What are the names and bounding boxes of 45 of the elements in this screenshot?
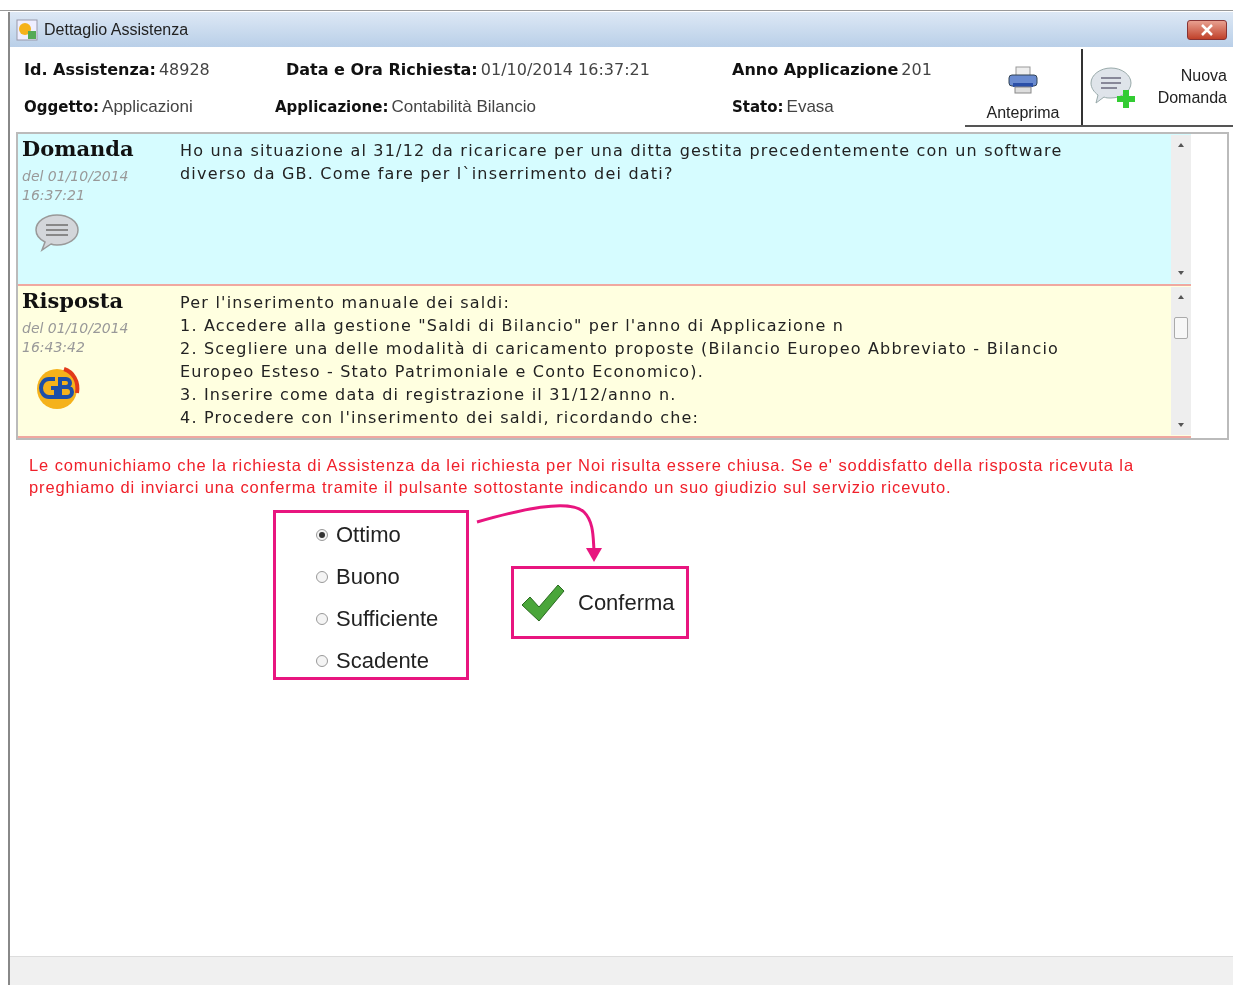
logo-icon [34,365,82,411]
field-value: Contabilità Bilancio [391,96,536,117]
field-label: Id. Assistenza: [24,60,156,79]
rating-option[interactable]: Scadente [316,645,466,677]
radio-button[interactable] [316,571,328,583]
notice-text: Le comunichiamo che la richiesta di Assistenza da lei richiesta per Noi risulta essere chiusa. Se e' soddisfatto della risposta ricevuta la preghiamo di inviarci una conferma tramite il pulsante sottostante indicando un suo giudizio sul servizio ricevuto. [29,455,1135,498]
radio-button[interactable] [316,655,328,667]
field-value: Evasa [786,96,834,117]
printer-icon [1007,66,1039,96]
app-icon [16,18,38,41]
panel-title: Risposta [22,288,125,313]
rating-option[interactable]: Buono [316,561,466,593]
field-value: 01/10/2014 16:37:21 [480,60,650,79]
field-label: Data e Ora Richiesta: [286,60,478,79]
message-text: Per l'inserimento manuale dei saldi: [180,292,512,314]
message-text: Ho una situazione al 31/12 da ricaricare per una ditta gestita precedentemente con un software diverso da GB. Come fare per l`inserrimento dei dati? [180,140,1064,185]
scrollbar[interactable] [1171,287,1191,435]
field-value: 201 [901,60,932,79]
message-text: 2. Scegliere una delle modalità di caricamento proposte (Bilancio Europeo Abbreviato - Bilancio Europeo Esteso - Stato Patrimoniale e Conto Economico). [180,338,1061,383]
radio-button[interactable] [316,529,328,541]
speech-bubble-icon [34,213,80,253]
chat-add-icon [1089,66,1135,108]
rating-option[interactable]: Ottimo [316,519,466,551]
rating-option[interactable]: Sufficiente [316,603,466,635]
close-button[interactable] [1187,19,1227,40]
field-label: Oggetto: [24,97,100,116]
message-time: 16:37:21 [22,186,86,205]
field-value: 48928 [158,60,210,79]
field-label: Applicazione: [275,97,389,116]
window-title: Dettaglio Assistenza [44,20,190,39]
scroll-thumb[interactable] [1174,317,1188,339]
panel-title: Domanda [22,136,135,161]
field-value: Applicazioni [102,96,193,117]
scrollbar[interactable] [1171,135,1191,283]
message-time: 16:43:42 [22,338,86,357]
message-text: 1. Accedere alla gestione "Saldi di Bilancio" per l'anno di Applicazione n [180,315,846,337]
radio-button[interactable] [316,613,328,625]
close-icon [1200,23,1214,36]
message-date: del 01/10/2014 [22,167,130,186]
message-text: 4. Procedere con l'inserimento dei saldi, ricordando che: [180,407,701,429]
field-label: Stato: [732,97,784,116]
checkmark-icon [520,582,566,623]
message-date: del 01/10/2014 [22,319,130,338]
field-label: Anno Applicazione [732,60,899,79]
message-text: 3. Inserire come data di registrazione il 31/12/anno n. [180,384,678,406]
